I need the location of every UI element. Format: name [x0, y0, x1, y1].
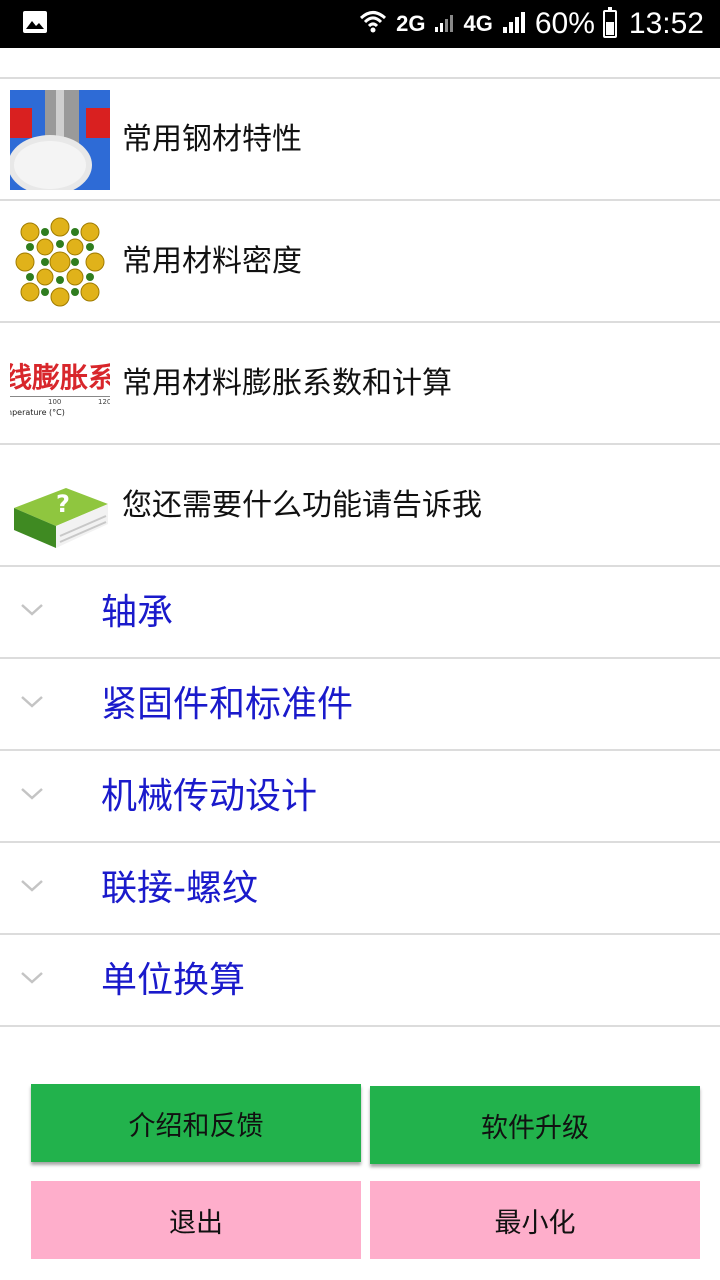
- section-unit-conversion[interactable]: 单位换算: [0, 936, 720, 1026]
- section-fasteners[interactable]: 紧固件和标准件: [0, 660, 720, 750]
- minimize-button[interactable]: 最小化: [370, 1181, 700, 1259]
- exit-button[interactable]: 退出: [31, 1181, 361, 1259]
- signal-icon: [434, 11, 456, 37]
- section-divider: [0, 841, 720, 843]
- battery-icon: [602, 7, 617, 38]
- section-label: 轴承: [101, 592, 174, 633]
- section-thread-connection[interactable]: 联接-螺纹: [0, 844, 720, 934]
- expansion-chart-icon: 线膨胀系 100 120 nperature (°C): [10, 334, 110, 434]
- list-item-label: 您还需要什么功能请告诉我: [122, 488, 482, 523]
- section-transmission-design[interactable]: 机械传动设计: [0, 752, 720, 842]
- list-divider: [0, 77, 720, 79]
- thumb-tick-label: 120: [98, 398, 110, 406]
- steel-bar-icon: [10, 90, 110, 190]
- section-divider: [0, 933, 720, 935]
- section-label: 联接-螺纹: [101, 868, 258, 909]
- crystal-lattice-icon: [10, 212, 110, 312]
- chevron-down-icon: [20, 786, 44, 805]
- chevron-down-icon: [20, 878, 44, 897]
- list-divider: [0, 321, 720, 323]
- help-book-icon: ?: [10, 456, 110, 556]
- section-divider: [0, 657, 720, 659]
- thumb-axis-line: [10, 396, 110, 397]
- list-divider: [0, 565, 720, 567]
- network-4g-label: 4G: [463, 11, 493, 36]
- list-item-label: 常用材料膨胀系数和计算: [122, 366, 452, 401]
- list-item-label: 常用材料密度: [122, 244, 302, 279]
- list-item-expansion-coefficient[interactable]: 线膨胀系 100 120 nperature (°C) 常用材料膨胀系数和计算: [0, 324, 720, 444]
- list-item-material-density[interactable]: 常用材料密度: [0, 202, 720, 322]
- signal-strength-icon: [501, 9, 527, 39]
- thumb-tick-label: 100: [48, 398, 62, 406]
- list-item-steel-properties[interactable]: 常用钢材特性: [0, 80, 720, 200]
- upgrade-button[interactable]: 软件升级: [370, 1086, 700, 1164]
- list-item-label: 常用钢材特性: [122, 122, 302, 157]
- feedback-button[interactable]: 介绍和反馈: [31, 1084, 361, 1162]
- svg-text:?: ?: [56, 490, 70, 518]
- chevron-down-icon: [20, 970, 44, 989]
- section-label: 单位换算: [101, 960, 246, 1001]
- battery-percent: 60%: [534, 7, 595, 40]
- thumb-axis-label: nperature (°C): [10, 408, 65, 417]
- list-divider: [0, 199, 720, 201]
- chevron-down-icon: [20, 602, 44, 621]
- status-bar: 2G 4G 60% 13:52: [0, 0, 720, 48]
- network-2g-label: 2G: [396, 11, 426, 36]
- section-label: 机械传动设计: [101, 776, 318, 817]
- list-divider: [0, 443, 720, 445]
- section-bearing[interactable]: 轴承: [0, 568, 720, 658]
- chevron-down-icon: [20, 694, 44, 713]
- list-item-feature-request[interactable]: ? 您还需要什么功能请告诉我: [0, 446, 720, 566]
- wifi-icon: [358, 7, 388, 41]
- section-divider: [0, 749, 720, 751]
- thumb-title: 线膨胀系: [10, 361, 110, 394]
- clock: 13:52: [628, 7, 704, 40]
- section-label: 紧固件和标准件: [101, 684, 354, 725]
- section-divider: [0, 1025, 720, 1027]
- gallery-notification-icon: [22, 10, 48, 38]
